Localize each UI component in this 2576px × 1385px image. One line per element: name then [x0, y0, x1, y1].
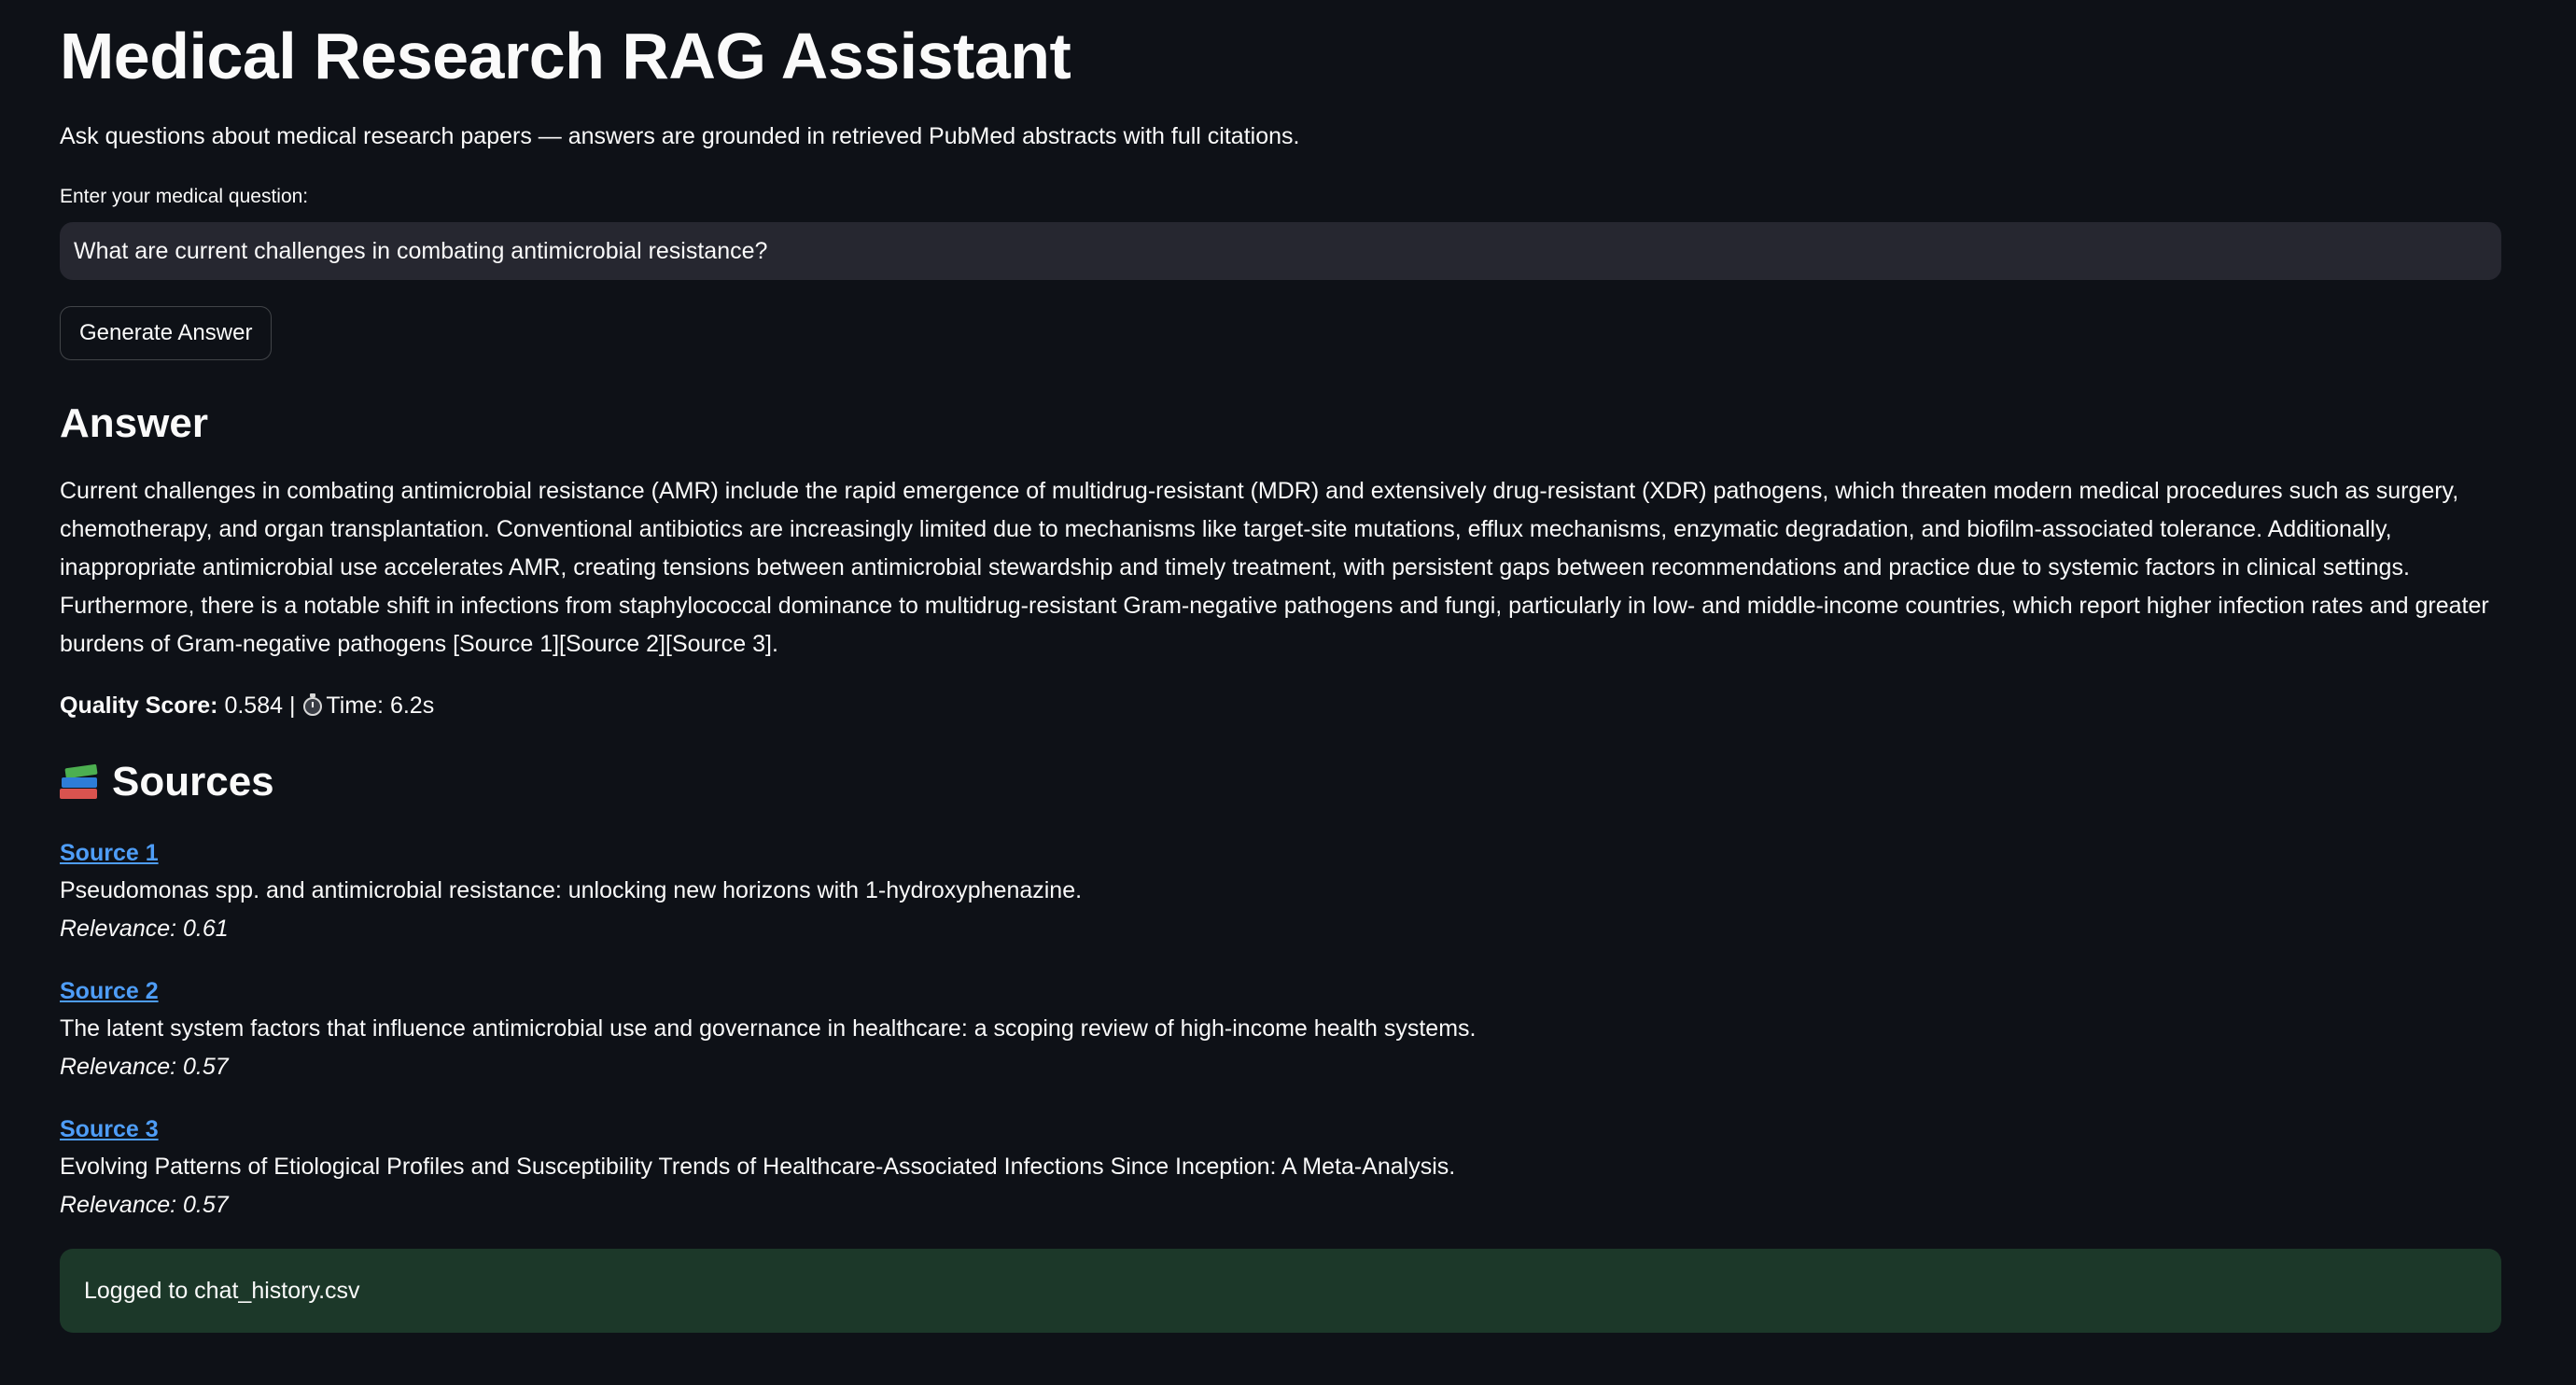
- page-title: Medical Research RAG Assistant: [60, 20, 1071, 92]
- question-input-label: Enter your medical question:: [60, 186, 309, 207]
- page-subtitle: Ask questions about medical research pap…: [60, 123, 1300, 149]
- source-item: Source 3 Evolving Patterns of Etiologica…: [60, 1111, 2501, 1224]
- source-link-3[interactable]: Source 3: [60, 1111, 2501, 1148]
- quality-score-value: 0.584: [224, 692, 284, 719]
- source-title: Pseudomonas spp. and antimicrobial resis…: [60, 877, 1083, 903]
- books-icon: [60, 762, 99, 802]
- metrics-separator: |: [288, 692, 296, 719]
- source-relevance: Relevance: 0.57: [60, 1054, 229, 1080]
- source-item: Source 2 The latent system factors that …: [60, 972, 2501, 1086]
- answer-heading: Answer: [60, 400, 208, 446]
- source-title: The latent system factors that influence…: [60, 1015, 1477, 1042]
- sources-heading-label: Sources: [112, 759, 274, 804]
- answer-text: Current challenges in combating antimicr…: [60, 478, 2489, 657]
- success-message: Logged to chat_history.csv: [60, 1249, 2501, 1333]
- response-time: Time: 6.2s: [326, 692, 435, 719]
- source-link-2[interactable]: Source 2: [60, 972, 2501, 1010]
- quality-score-label: Quality Score:: [60, 692, 218, 719]
- source-item: Source 1 Pseudomonas spp. and antimicrob…: [60, 834, 2501, 948]
- source-link-1[interactable]: Source 1: [60, 834, 2501, 872]
- source-relevance: Relevance: 0.57: [60, 1192, 229, 1218]
- source-title: Evolving Patterns of Etiological Profile…: [60, 1154, 1456, 1180]
- quality-metrics: Quality Score: 0.584 | Time: 6.2s: [60, 687, 434, 724]
- generate-answer-button[interactable]: Generate Answer: [60, 306, 273, 360]
- stopwatch-icon: [303, 693, 323, 716]
- source-relevance: Relevance: 0.61: [60, 916, 229, 942]
- sources-heading: Sources: [60, 752, 274, 812]
- question-input[interactable]: [60, 222, 2501, 280]
